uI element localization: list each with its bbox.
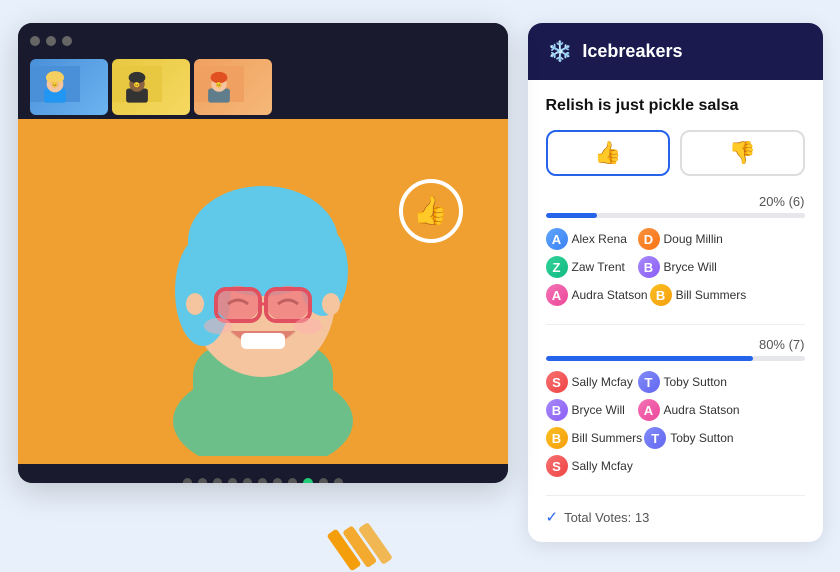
svg-text:😊: 😊 bbox=[51, 81, 57, 88]
voter-name-sally-mcfay-2: Sally Mcfay bbox=[572, 459, 633, 473]
decorative-slashes bbox=[338, 528, 793, 572]
voter-avatar-toby-sutton-2: T bbox=[644, 427, 666, 449]
voter-zaw-trent: Z Zaw Trent bbox=[546, 256, 636, 278]
panel-header: ❄️ Icebreakers bbox=[528, 23, 823, 80]
nav-dot-10[interactable] bbox=[334, 478, 343, 483]
titlebar-dot-1 bbox=[30, 36, 40, 46]
voter-name-bill-summers-1: Bill Summers bbox=[676, 288, 747, 302]
voter-avatar-bill-summers-2: B bbox=[546, 427, 568, 449]
voter-name-toby-sutton-1: Toby Sutton bbox=[664, 375, 727, 389]
total-votes-row: ✓ Total Votes: 13 bbox=[546, 508, 805, 526]
disagree-bar-bg bbox=[546, 356, 805, 361]
nav-dot-1[interactable] bbox=[198, 478, 207, 483]
voter-bill-summers-2: B Bill Summers bbox=[546, 427, 643, 449]
agree-voters-grid: A Alex Rena D Doug Millin Z bbox=[546, 228, 805, 308]
icebreakers-panel: ❄️ Icebreakers Relish is just pickle sal… bbox=[528, 23, 823, 543]
voter-name-audra-statson-1: Audra Statson bbox=[572, 288, 648, 302]
agree-bar-fill bbox=[546, 213, 598, 218]
video-call-window: 😊 😐 😊 bbox=[18, 23, 508, 483]
check-icon: ✓ bbox=[546, 508, 559, 526]
voter-avatar-bill-summers-1: B bbox=[650, 284, 672, 306]
voter-name-audra-statson-2: Audra Statson bbox=[664, 403, 740, 417]
panel-title: Icebreakers bbox=[582, 41, 682, 62]
titlebar-dot-2 bbox=[46, 36, 56, 46]
thumbs-down-icon: 👎 bbox=[729, 140, 756, 166]
nav-dot-8[interactable] bbox=[303, 478, 313, 483]
voter-sally-mcfay-2: S Sally Mcfay bbox=[546, 455, 636, 477]
voter-avatar-bryce-will-2: B bbox=[546, 399, 568, 421]
thumbnail-3[interactable]: 😊 bbox=[194, 59, 272, 115]
voter-name-zaw-trent: Zaw Trent bbox=[572, 260, 625, 274]
voter-avatar-alex-rena: A bbox=[546, 228, 568, 250]
voter-toby-sutton-2: T Toby Sutton bbox=[644, 427, 734, 449]
thumbnail-2[interactable]: 😐 bbox=[112, 59, 190, 115]
vote-section-disagree: 80% (7) S Sally Mcfay T bbox=[546, 337, 805, 479]
svg-text:😐: 😐 bbox=[133, 81, 139, 88]
panel-body: Relish is just pickle salsa 👍 👎 20% (6) bbox=[528, 80, 823, 543]
voter-avatar-audra-statson-1: A bbox=[546, 284, 568, 306]
nav-dot-2[interactable] bbox=[213, 478, 222, 483]
voter-avatar-sally-mcfay-2: S bbox=[546, 455, 568, 477]
voter-avatar-audra-statson-2: A bbox=[638, 399, 660, 421]
titlebar bbox=[18, 23, 508, 59]
nav-dot-9[interactable] bbox=[319, 478, 328, 483]
disagree-voters-grid: S Sally Mcfay T Toby Sutton B bbox=[546, 371, 805, 479]
voter-bill-summers-1: B Bill Summers bbox=[650, 284, 747, 306]
total-votes-label: Total Votes: 13 bbox=[564, 510, 649, 525]
agree-percent: 20% (6) bbox=[546, 194, 805, 209]
divider-2 bbox=[546, 495, 805, 496]
voter-name-bryce-will-2: Bryce Will bbox=[572, 403, 625, 417]
voter-name-sally-mcfay-1: Sally Mcfay bbox=[572, 375, 633, 389]
thumbs-up-button[interactable]: 👍 bbox=[546, 130, 671, 176]
voter-sally-mcfay-1: S Sally Mcfay bbox=[546, 371, 636, 393]
thumbnails-row: 😊 😐 😊 bbox=[18, 59, 508, 119]
voter-name-toby-sutton-2: Toby Sutton bbox=[670, 431, 733, 445]
thumbs-up-badge: 👍 bbox=[399, 179, 463, 243]
voter-avatar-bryce-will-1: B bbox=[638, 256, 660, 278]
vote-section-agree: 20% (6) A Alex Rena D bbox=[546, 194, 805, 308]
nav-dot-3[interactable] bbox=[228, 478, 237, 483]
voter-name-bill-summers-2: Bill Summers bbox=[572, 431, 643, 445]
main-character-svg bbox=[113, 126, 413, 456]
disagree-bar-fill bbox=[546, 356, 753, 361]
voter-name-doug-millin: Doug Millin bbox=[664, 232, 723, 246]
agree-bar-bg bbox=[546, 213, 805, 218]
voter-bryce-will-1: B Bryce Will bbox=[638, 256, 728, 278]
voter-name-bryce-will-1: Bryce Will bbox=[664, 260, 717, 274]
voter-name-alex-rena: Alex Rena bbox=[572, 232, 627, 246]
thumbs-up-icon: 👍 bbox=[594, 140, 621, 166]
nav-dot-6[interactable] bbox=[273, 478, 282, 483]
thumbs-down-button[interactable]: 👎 bbox=[680, 130, 805, 176]
nav-dot-5[interactable] bbox=[258, 478, 267, 483]
svg-text:😊: 😊 bbox=[215, 81, 221, 88]
main-video-area: 👍 bbox=[18, 119, 508, 464]
vote-buttons-row: 👍 👎 bbox=[546, 130, 805, 176]
voter-avatar-toby-sutton-1: T bbox=[638, 371, 660, 393]
icebreakers-icon: ❄️ bbox=[548, 39, 573, 64]
disagree-percent: 80% (7) bbox=[546, 337, 805, 352]
voter-audra-statson-2: A Audra Statson bbox=[638, 399, 740, 421]
nav-dot-0[interactable] bbox=[183, 478, 192, 483]
voter-avatar-sally-mcfay-1: S bbox=[546, 371, 568, 393]
voter-audra-statson-1: A Audra Statson bbox=[546, 284, 648, 306]
divider bbox=[546, 324, 805, 325]
voter-alex-rena: A Alex Rena bbox=[546, 228, 636, 250]
nav-dot-7[interactable] bbox=[288, 478, 297, 483]
voter-avatar-zaw-trent: Z bbox=[546, 256, 568, 278]
titlebar-dot-3 bbox=[62, 36, 72, 46]
question-text: Relish is just pickle salsa bbox=[546, 96, 805, 117]
thumbnail-1[interactable]: 😊 bbox=[30, 59, 108, 115]
voter-toby-sutton-1: T Toby Sutton bbox=[638, 371, 728, 393]
voter-doug-millin: D Doug Millin bbox=[638, 228, 728, 250]
voter-bryce-will-2: B Bryce Will bbox=[546, 399, 636, 421]
video-dots-bar bbox=[18, 464, 508, 483]
voter-avatar-doug-millin: D bbox=[638, 228, 660, 250]
nav-dot-4[interactable] bbox=[243, 478, 252, 483]
